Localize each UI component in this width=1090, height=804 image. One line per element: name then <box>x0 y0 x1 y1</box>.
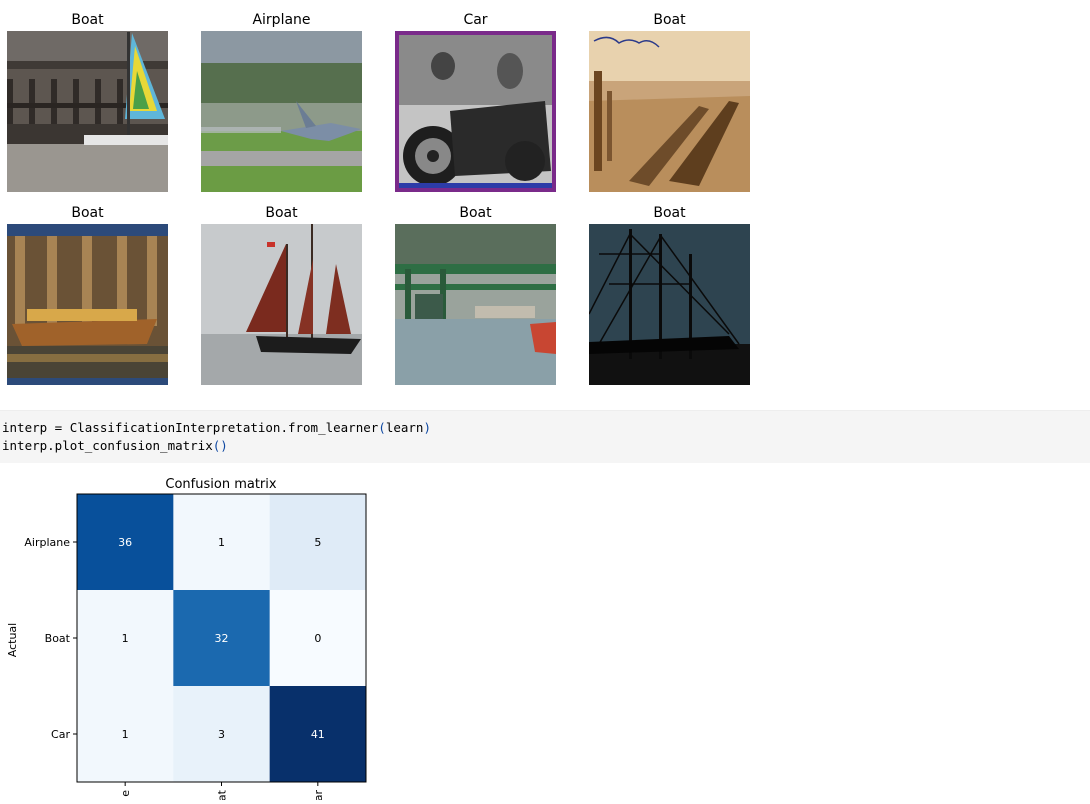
cell-value-label: 5 <box>314 536 321 549</box>
heatmap-cells: 36 1 5 1 32 0 1 3 41 <box>77 494 367 783</box>
x-tick-label: at <box>215 789 228 800</box>
boat-photo <box>7 31 168 192</box>
car-photo <box>395 31 556 192</box>
y-tick-label: Boat <box>45 632 71 645</box>
chart-title: Confusion matrix <box>165 477 276 492</box>
cell-value-label: 1 <box>122 728 129 741</box>
y-tick-label: Airplane <box>24 536 70 549</box>
boat-photo <box>589 224 750 385</box>
cell-value-label: 32 <box>214 632 228 645</box>
cell-value-label: 41 <box>311 728 325 741</box>
cell-value-label: 1 <box>122 632 129 645</box>
cell-value-label: 0 <box>314 632 321 645</box>
confusion-matrix-svg: Confusion matrix Actual 36 1 5 1 32 0 1 3 41 Air… <box>6 477 367 801</box>
thumbnail-label: Boat <box>71 12 104 28</box>
x-tick-label: e <box>119 790 132 797</box>
thumbnail-label: Boat <box>459 205 492 221</box>
cell-value-label: 1 <box>218 536 225 549</box>
y-axis-label: Actual <box>6 623 19 657</box>
cell-value-label: 36 <box>118 536 132 549</box>
code-cell[interactable]: interp = ClassificationInterpretation.fr… <box>0 410 1090 463</box>
x-tick-label: ar <box>312 790 325 800</box>
y-tick-label: Car <box>51 728 70 741</box>
code-line-1: interp = ClassificationInterpretation.fr… <box>2 420 431 435</box>
boat-photo <box>395 224 556 385</box>
boat-photo <box>589 31 750 192</box>
code-line-2: interp.plot_confusion_matrix() <box>2 438 228 453</box>
confusion-matrix-chart: Confusion matrix Actual 36 1 5 1 32 0 1 3 41 Air… <box>0 470 380 801</box>
thumbnail-label: Boat <box>265 205 298 221</box>
thumbnail-label: Boat <box>653 205 686 221</box>
thumbnail-label: Boat <box>71 205 104 221</box>
thumbnail-label: Airplane <box>252 12 311 28</box>
thumbnail-label: Boat <box>653 12 686 28</box>
thumbnail-label: Car <box>463 12 488 28</box>
boat-photo <box>201 224 362 385</box>
boat-photo <box>7 224 168 385</box>
cell-value-label: 3 <box>218 728 225 741</box>
airplane-photo <box>201 31 362 192</box>
